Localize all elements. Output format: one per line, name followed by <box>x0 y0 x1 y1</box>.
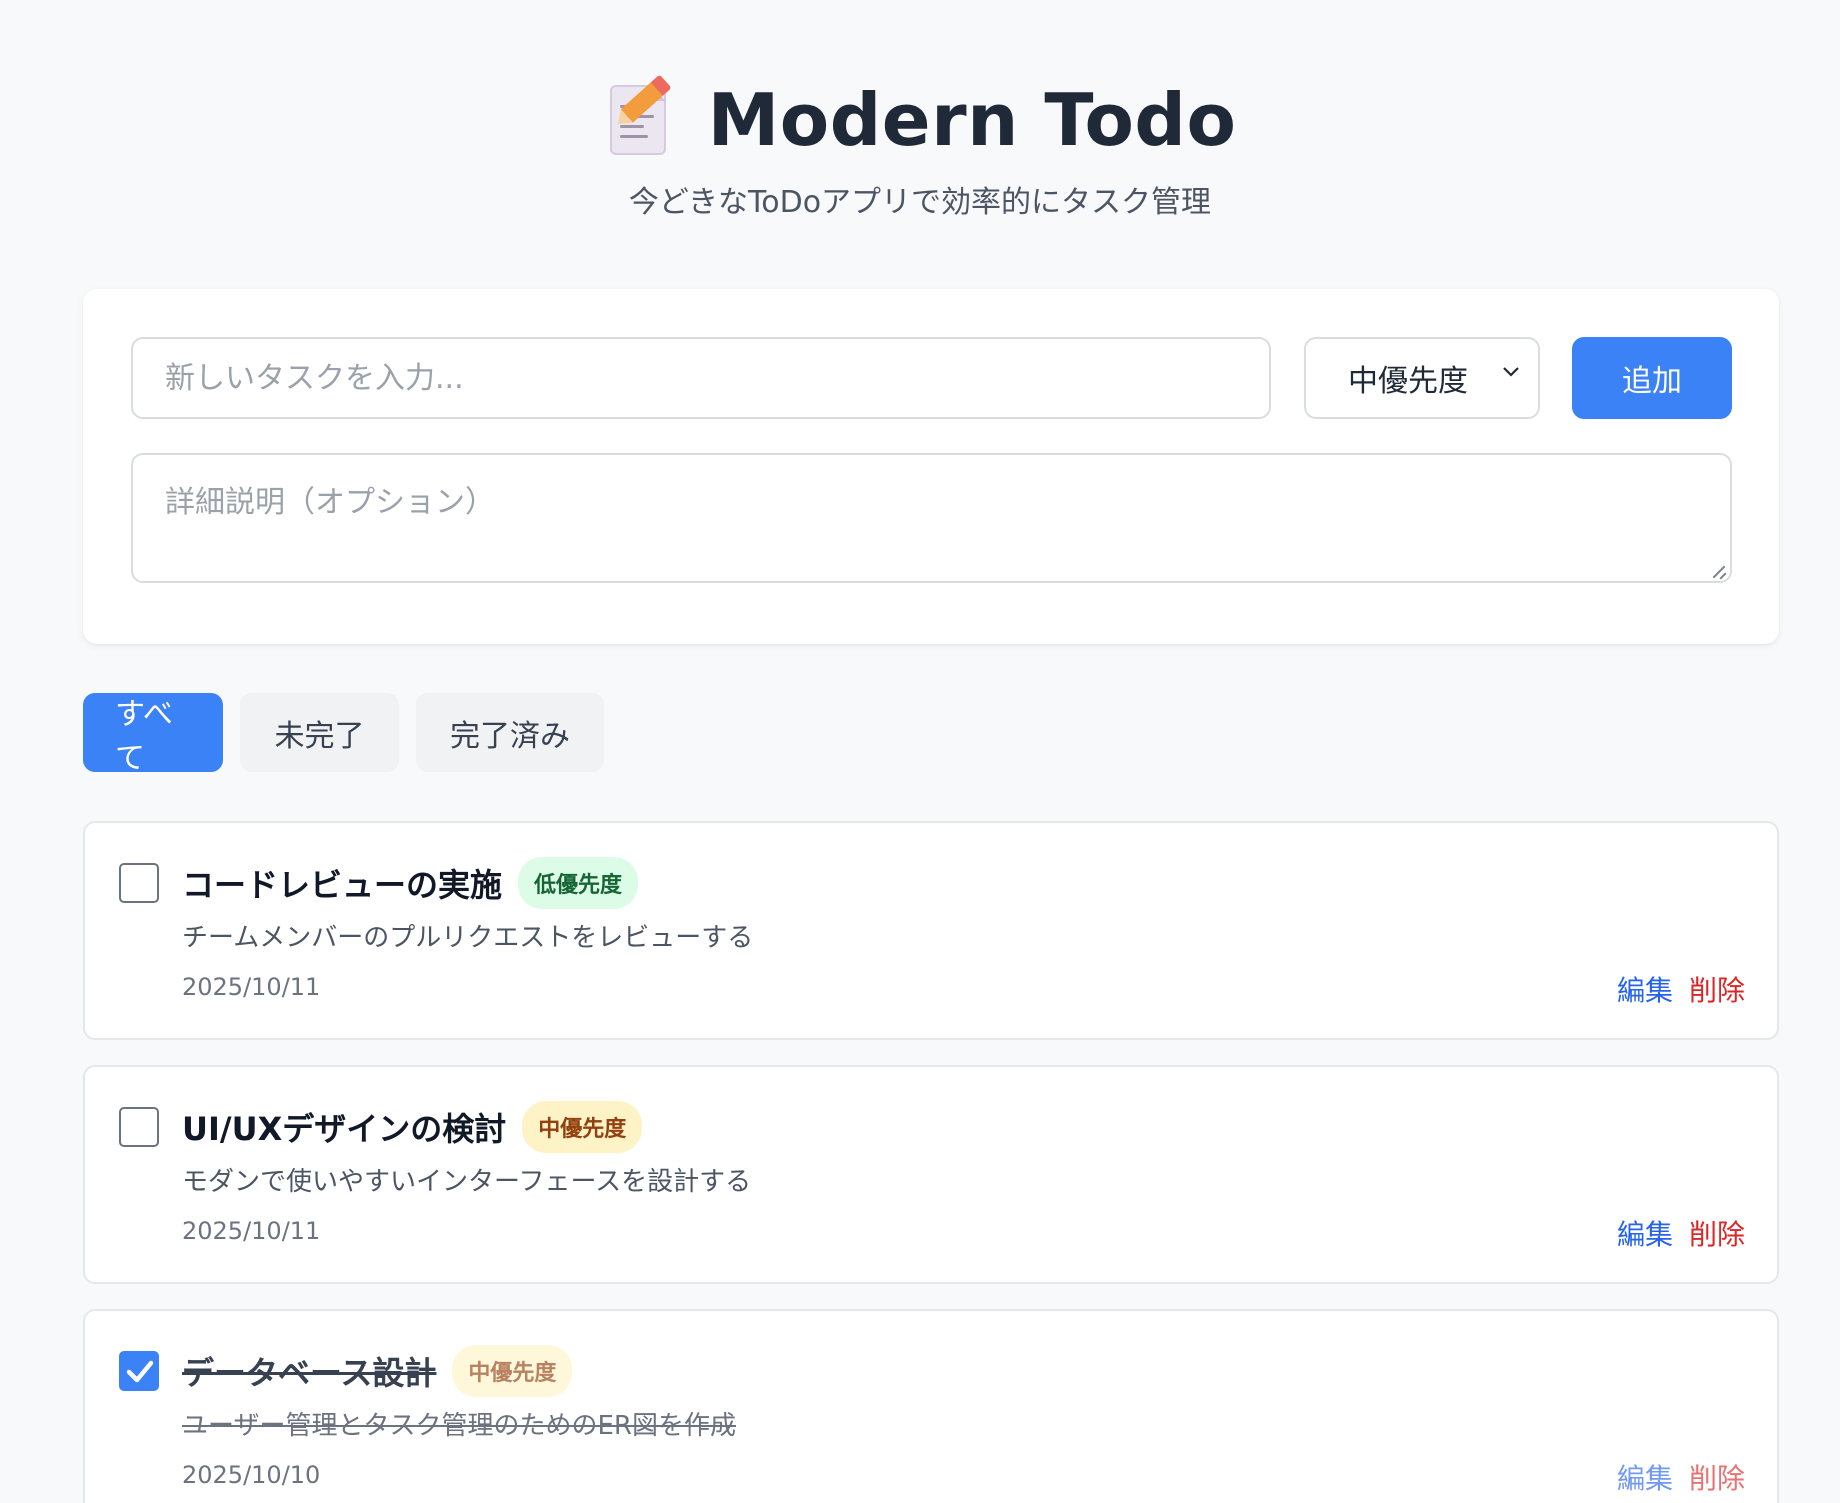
page-title: Modern Todo <box>707 78 1237 162</box>
filter-tabs: すべて 未完了 完了済み <box>83 693 604 776</box>
app-header: Modern Todo 今どきなToDoアプリで効率的にタスク管理 <box>0 74 1840 221</box>
priority-select[interactable]: 中優先度 <box>1304 337 1540 419</box>
task-actions: 編集 削除 <box>1617 969 1745 1009</box>
priority-badge: 中優先度 <box>522 1101 643 1153</box>
delete-button[interactable]: 削除 <box>1689 969 1745 1009</box>
edit-button[interactable]: 編集 <box>1617 1213 1673 1253</box>
task-title-input[interactable] <box>131 337 1271 419</box>
add-task-form: 中優先度 追加 <box>83 289 1779 644</box>
todo-app: Modern Todo 今どきなToDoアプリで効率的にタスク管理 中優先度 追… <box>0 0 1840 1503</box>
task-actions: 編集 削除 <box>1617 1213 1745 1253</box>
filter-all-button[interactable]: すべて <box>83 693 223 776</box>
task-description: モダンで使いやすいインターフェースを設計する <box>182 1167 752 1197</box>
task-date: 2025/10/10 <box>182 1461 321 1489</box>
priority-select-value: 中優先度 <box>1348 364 1468 399</box>
task-checkbox[interactable] <box>119 863 159 903</box>
delete-button[interactable]: 削除 <box>1689 1213 1745 1253</box>
task-checkbox[interactable] <box>119 1351 159 1391</box>
checkmark-icon <box>126 1360 154 1383</box>
task-description: チームメンバーのプルリクエストをレビューする <box>182 923 754 953</box>
delete-button[interactable]: 削除 <box>1689 1457 1745 1497</box>
task-description: ユーザー管理とタスク管理のためのER図を作成 <box>182 1411 736 1441</box>
resize-handle-icon[interactable] <box>1713 565 1727 579</box>
task-actions: 編集 削除 <box>1617 1457 1745 1497</box>
task-title: UI/UXデザインの検討 <box>182 1110 507 1148</box>
task-description-input[interactable] <box>131 453 1732 583</box>
filter-active-button[interactable]: 未完了 <box>240 693 399 772</box>
page-subtitle: 今どきなToDoアプリで効率的にタスク管理 <box>628 185 1212 220</box>
task-item: コードレビューの実施 低優先度 チームメンバーのプルリクエストをレビューする 2… <box>83 821 1779 1040</box>
task-item: UI/UXデザインの検討 中優先度 モダンで使いやすいインターフェースを設計する… <box>83 1065 1779 1284</box>
task-title: データベース設計 <box>182 1354 437 1392</box>
chevron-down-icon <box>1503 367 1519 377</box>
memo-icon <box>604 74 674 159</box>
task-title: コードレビューの実施 <box>182 866 503 904</box>
filter-completed-button[interactable]: 完了済み <box>416 693 604 772</box>
priority-badge: 中優先度 <box>452 1345 573 1397</box>
task-checkbox[interactable] <box>119 1107 159 1147</box>
task-header: コードレビューの実施 低優先度 <box>182 857 639 909</box>
priority-badge: 低優先度 <box>518 857 639 909</box>
edit-button[interactable]: 編集 <box>1617 969 1673 1009</box>
task-item: データベース設計 中優先度 ユーザー管理とタスク管理のためのER図を作成 202… <box>83 1309 1779 1503</box>
task-header: UI/UXデザインの検討 中優先度 <box>182 1101 643 1153</box>
add-task-button[interactable]: 追加 <box>1572 337 1732 419</box>
task-date: 2025/10/11 <box>182 1217 321 1245</box>
task-date: 2025/10/11 <box>182 973 321 1001</box>
edit-button[interactable]: 編集 <box>1617 1457 1673 1497</box>
task-header: データベース設計 中優先度 <box>182 1345 573 1397</box>
title-row: Modern Todo <box>604 74 1237 162</box>
